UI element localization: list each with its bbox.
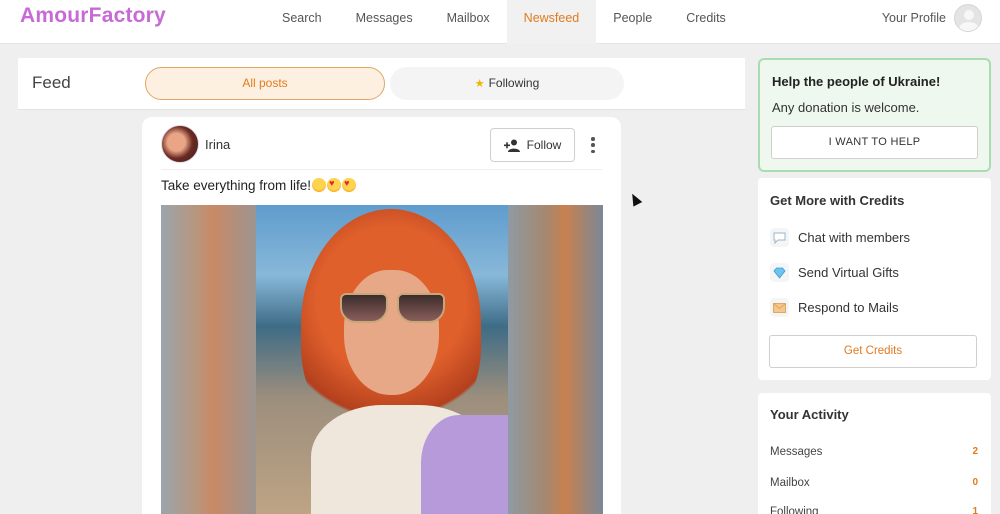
- credits-item-mails: Respond to Mails: [770, 298, 898, 317]
- activity-label: Following: [770, 506, 819, 514]
- credits-item-chat: Chat with members: [770, 228, 910, 247]
- post-photo[interactable]: [161, 205, 603, 514]
- photo-image: [256, 205, 508, 514]
- author-avatar[interactable]: [161, 125, 199, 163]
- follow-button[interactable]: Follow: [490, 128, 575, 162]
- top-navbar: AmourFactory Search Messages Mailbox New…: [0, 0, 1000, 44]
- activity-count: 1: [972, 506, 978, 514]
- nav-item-mailbox[interactable]: Mailbox: [430, 0, 507, 44]
- envelope-icon: [770, 298, 789, 317]
- speech-bubble-icon: [770, 228, 789, 247]
- main-nav: Search Messages Mailbox Newsfeed People …: [265, 0, 743, 44]
- activity-title: Your Activity: [770, 407, 849, 422]
- profile-label: Your Profile: [881, 11, 946, 25]
- credits-item-label: Send Virtual Gifts: [798, 265, 899, 280]
- nav-item-credits[interactable]: Credits: [669, 0, 743, 44]
- avatar[interactable]: [954, 4, 982, 32]
- tab-all-posts[interactable]: All posts: [145, 67, 385, 100]
- activity-card: Your Activity Messages 2 Mailbox 0 Follo…: [758, 393, 991, 514]
- activity-label: Mailbox: [770, 477, 810, 489]
- mouse-cursor-icon: [627, 191, 643, 207]
- add-person-icon: [503, 139, 520, 152]
- photo-blur-right: [508, 205, 603, 514]
- divider: [161, 169, 602, 170]
- get-credits-button[interactable]: Get Credits: [769, 335, 977, 368]
- nav-item-people[interactable]: People: [596, 0, 669, 44]
- activity-row-messages[interactable]: Messages 2: [770, 446, 978, 458]
- more-options-icon[interactable]: [588, 135, 598, 155]
- heart-eyes-emoji-icon: [312, 178, 327, 192]
- diamond-icon: [770, 263, 789, 282]
- credits-item-label: Chat with members: [798, 230, 910, 245]
- credits-item-gifts: Send Virtual Gifts: [770, 263, 899, 282]
- credits-item-label: Respond to Mails: [798, 300, 899, 315]
- feed-header: Feed All posts ★ Following: [18, 58, 745, 110]
- star-icon: ★: [474, 78, 485, 90]
- tab-following[interactable]: ★ Following: [390, 67, 624, 100]
- nav-item-search[interactable]: Search: [265, 0, 339, 44]
- post-card: Irina Follow Take everything from life!: [142, 117, 621, 514]
- activity-count: 0: [972, 477, 978, 488]
- hearts-emoji-icon: [342, 178, 357, 192]
- nav-item-newsfeed[interactable]: Newsfeed: [506, 0, 597, 44]
- nav-item-messages[interactable]: Messages: [339, 0, 430, 44]
- help-button[interactable]: I WANT TO HELP: [771, 126, 978, 159]
- ukraine-donation-card: Help the people of Ukraine! Any donation…: [758, 58, 991, 172]
- follow-label: Follow: [526, 138, 562, 152]
- author-name[interactable]: Irina: [205, 137, 230, 152]
- profile-menu[interactable]: Your Profile: [882, 4, 982, 32]
- activity-row-mailbox[interactable]: Mailbox 0: [770, 477, 978, 489]
- hearts-emoji-icon: [327, 178, 342, 192]
- activity-row-following[interactable]: Following 1: [770, 506, 978, 514]
- credits-title: Get More with Credits: [770, 193, 905, 208]
- page-title: Feed: [32, 73, 71, 92]
- ukraine-title: Help the people of Ukraine!: [772, 74, 941, 89]
- credits-card: Get More with Credits Chat with members …: [758, 178, 991, 380]
- activity-count: 2: [972, 446, 978, 457]
- app-logo[interactable]: AmourFactory: [20, 4, 166, 28]
- post-text: Take everything from life!: [161, 178, 357, 193]
- photo-blur-left: [161, 205, 256, 514]
- activity-label: Messages: [770, 446, 823, 458]
- post-text-content: Take everything from life!: [161, 178, 312, 193]
- tab-following-label: Following: [488, 76, 540, 90]
- ukraine-subtitle: Any donation is welcome.: [772, 100, 920, 115]
